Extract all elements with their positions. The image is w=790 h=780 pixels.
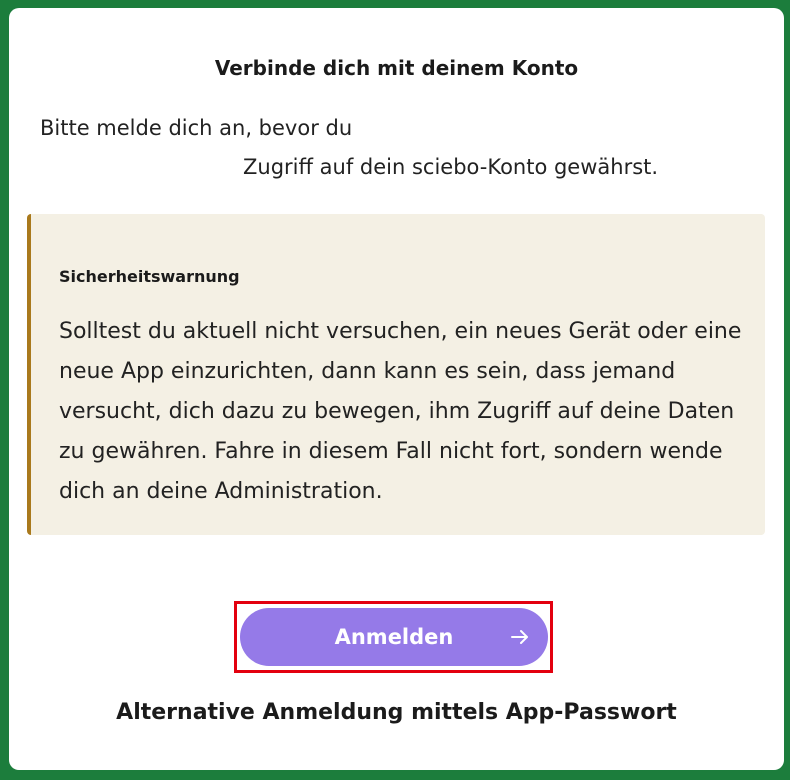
intro-text-line-1: Bitte melde dich an, bevor du: [40, 116, 353, 140]
security-warning-text: Solltest du aktuell nicht versuchen, ein…: [59, 319, 742, 504]
login-button-label: Anmelden: [334, 625, 454, 649]
intro-text-line-2: Zugriff auf dein sciebo-Konto gewährst.: [243, 155, 659, 179]
dialog-title: Verbinde dich mit deinem Konto: [214, 56, 579, 80]
login-flow-card: Verbinde dich mit deinem Konto Bitte mel…: [9, 8, 784, 770]
login-button[interactable]: Anmelden: [240, 608, 548, 666]
arrow-right-icon: [511, 630, 528, 644]
security-warning-box: Sicherheitswarnung Solltest du aktuell n…: [27, 214, 765, 535]
security-warning-title: Sicherheitswarnung: [59, 267, 240, 286]
alternative-login-link[interactable]: Alternative Anmeldung mittels App-Passwo…: [9, 700, 784, 725]
